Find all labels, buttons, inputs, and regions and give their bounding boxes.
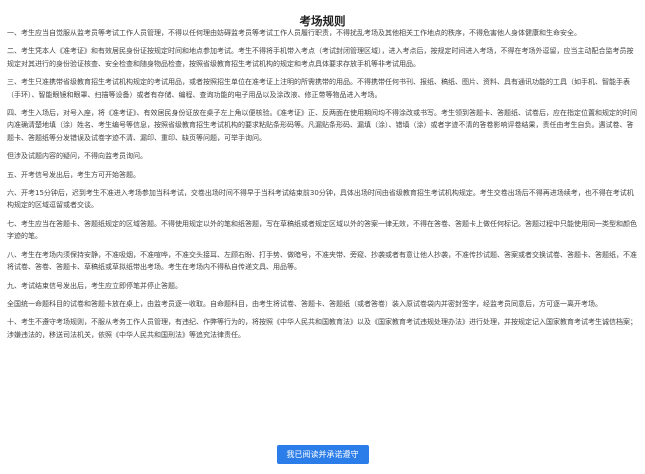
rule-paragraph-4-note: 但涉及试题内容的疑问，不得向监考员询问。 <box>7 152 147 161</box>
rule-paragraph-3: 三、考生只准携带省级教育招生考试机构规定的考试用品，或者按照招生单位在准考证上注… <box>7 78 630 99</box>
rule-paragraph-9: 九、考试结束信号发出后，考生应立即停笔并停止答题。 <box>7 281 182 290</box>
agree-button[interactable]: 我已阅读并承诺遵守 <box>276 445 369 464</box>
rule-paragraph-6: 六、开考15分钟后，迟到考生不准进入考场参加当科考试，交卷出场时间不得早于当科考… <box>7 189 634 210</box>
rule-paragraph-2: 二、考生凭本人《准考证》和有效居民身份证按规定时间和地点参加考试。考生不得将手机… <box>7 47 634 68</box>
footer: 我已阅读并承诺遵守 <box>0 442 645 464</box>
rule-paragraph-4: 四、考生入场后，对号入座，将《准考证》、有效居民身份证放在桌子左上角以便核验。《… <box>7 109 637 142</box>
rule-paragraph-5: 五、开考信号发出后，考生方可开始答题。 <box>7 170 140 179</box>
rule-paragraph-8: 八、考生在考场内须保持安静，不准吸烟，不准喧哗，不准交头接耳、左顾右盼、打手势、… <box>7 250 637 272</box>
rule-paragraph-7: 七、考生应当在答题卡、答题纸规定的区域答题。不得使用规定以外的笔和纸答题，写在草… <box>7 219 637 241</box>
exam-rules-page: 考场规则 一、考生应当自觉服从监考员等考试工作人员管理，不得以任何理由妨碍监考员… <box>0 0 645 474</box>
rule-paragraph-1: 一、考生应当自觉服从监考员等考试工作人员管理，不得以任何理由妨碍监考员等考试工作… <box>7 29 581 37</box>
rules-list: 一、考生应当自觉服从监考员等考试工作人员管理，不得以任何理由妨碍监考员等考试工作… <box>7 27 638 341</box>
rule-paragraph-10: 十、考生不遵守考场规则，不服从考务工作人员管理，有违纪、作弊等行为的，将按照《中… <box>7 318 637 339</box>
page-title: 考场规则 <box>299 14 346 28</box>
rule-paragraph-9-note: 全国统一命题科目的试卷和答题卡放在桌上，由监考员逐一收取。自命题科目，由考生将试… <box>7 299 602 308</box>
